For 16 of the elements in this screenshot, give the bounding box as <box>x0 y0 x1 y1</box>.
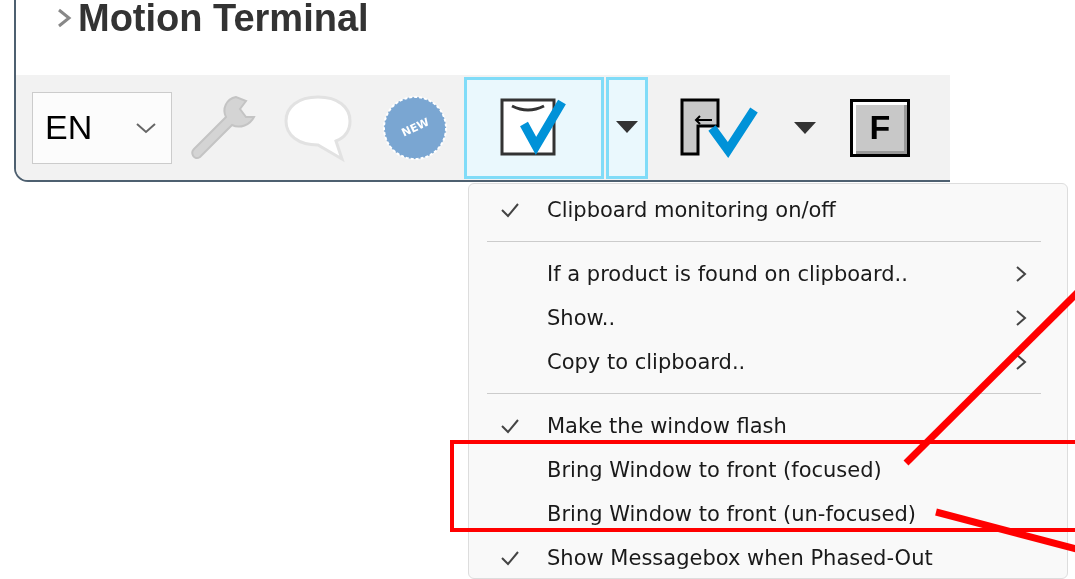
menu-item[interactable]: Clipboard monitoring on/off <box>469 188 1067 232</box>
menu-item[interactable]: Copy to clipboard.. <box>469 340 1067 384</box>
caret-icon <box>616 120 638 135</box>
chevron-icon <box>56 8 72 28</box>
menu-item[interactable]: Show Messagebox when Phased-Out <box>469 536 1067 578</box>
window-title: Motion Terminal <box>78 0 369 41</box>
menu-item[interactable]: Bring Window to front (focused) <box>469 448 1067 492</box>
dropdown-button[interactable] <box>606 76 648 179</box>
menu-item[interactable]: Bring Window to front (un-focused) <box>469 492 1067 536</box>
clipboard-check-button[interactable] <box>464 76 604 179</box>
menu-item[interactable]: If a product is found on clipboard.. <box>469 252 1067 296</box>
chevron-down-icon <box>135 121 157 134</box>
menu-item[interactable]: Make the window flash <box>469 404 1067 448</box>
f-button[interactable]: F <box>850 98 910 157</box>
menu-item[interactable]: Show.. <box>469 296 1067 340</box>
language-dropdown[interactable]: EN <box>32 91 172 164</box>
